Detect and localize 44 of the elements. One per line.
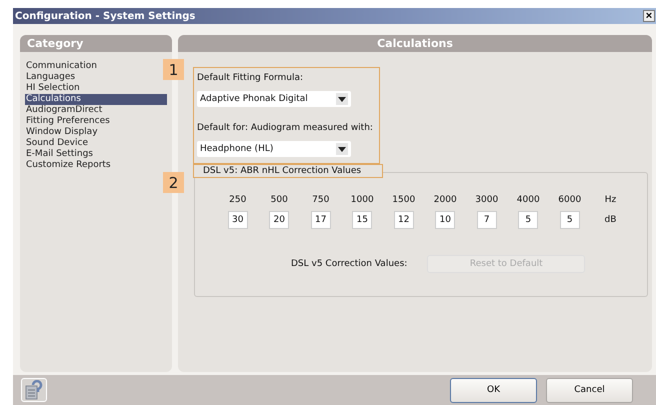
value-field[interactable]: 10 bbox=[435, 211, 456, 229]
value-field[interactable]: 17 bbox=[310, 211, 331, 229]
panel-title: Category bbox=[27, 37, 84, 50]
value-field[interactable]: 5 bbox=[560, 211, 580, 229]
ok-button[interactable]: OK bbox=[450, 378, 537, 402]
frequency-label: 1000 bbox=[350, 195, 375, 205]
unit-label: dB bbox=[604, 215, 618, 225]
frequency-label: 3000 bbox=[474, 195, 500, 205]
category-item[interactable]: Window Display bbox=[25, 127, 167, 138]
value-field[interactable]: 30 bbox=[228, 211, 248, 229]
window-title: Configuration - System Settings bbox=[14, 10, 196, 22]
reset-label: DSL v5 Correction Values: bbox=[291, 259, 408, 269]
panel-title: Calculations bbox=[377, 37, 453, 50]
callout-badge: 2 bbox=[163, 172, 184, 193]
frequency-label: 4000 bbox=[516, 195, 541, 205]
value-field[interactable]: 7 bbox=[476, 211, 497, 229]
value-field[interactable]: 15 bbox=[352, 211, 372, 229]
unit-label: Hz bbox=[604, 195, 618, 205]
category-item[interactable]: HI Selection bbox=[25, 83, 167, 94]
frequency-label: 500 bbox=[270, 195, 289, 205]
category-item[interactable]: Fitting Preferences bbox=[25, 116, 167, 127]
frequency-label: 250 bbox=[228, 195, 248, 205]
category-item[interactable]: E-Mail Settings bbox=[25, 149, 167, 160]
frequency-label: 1500 bbox=[391, 195, 416, 205]
frequency-label: 6000 bbox=[557, 195, 582, 205]
value-field[interactable]: 20 bbox=[269, 211, 290, 229]
audiogram-dropdown[interactable]: Headphone (HL) bbox=[197, 141, 351, 157]
help-button[interactable] bbox=[21, 378, 47, 402]
field-label: Default for: Audiogram measured with: bbox=[197, 123, 374, 133]
callout-badge: 1 bbox=[163, 59, 184, 80]
help-icon bbox=[25, 380, 43, 400]
category-item[interactable]: Sound Device bbox=[25, 138, 167, 149]
category-item[interactable]: Customize Reports bbox=[25, 160, 167, 171]
cancel-button[interactable]: Cancel bbox=[546, 378, 633, 402]
category-item[interactable]: AudiogramDirect bbox=[25, 105, 167, 116]
formula-dropdown[interactable]: Adaptive Phonak Digital bbox=[197, 91, 351, 107]
category-item[interactable]: Calculations bbox=[25, 94, 167, 105]
group-title: DSL v5: ABR nHL Correction Values bbox=[193, 164, 384, 178]
value-field[interactable]: 12 bbox=[394, 211, 414, 229]
frequency-label: 2000 bbox=[432, 195, 458, 205]
field-label: Default Fitting Formula: bbox=[197, 73, 304, 83]
frequency-label: 750 bbox=[311, 195, 330, 205]
close-button[interactable]: × bbox=[643, 10, 655, 22]
value-field[interactable]: 5 bbox=[518, 211, 538, 229]
